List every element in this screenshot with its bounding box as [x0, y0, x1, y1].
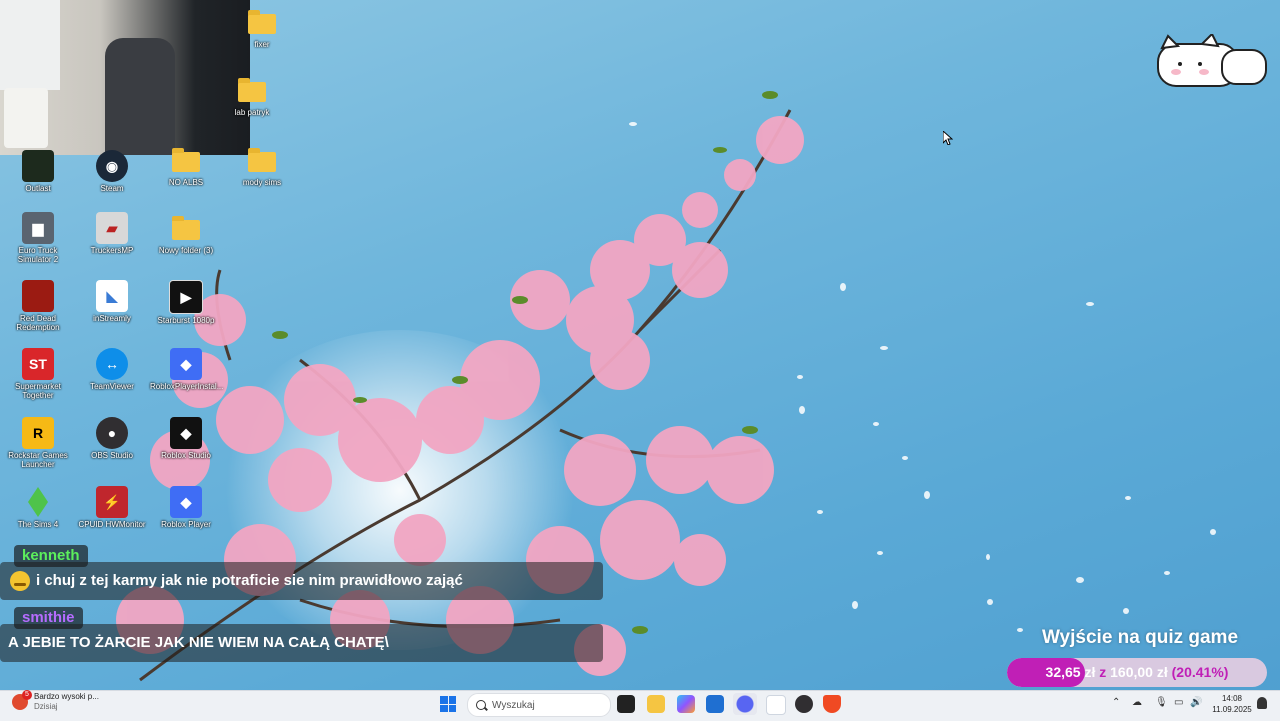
folder-icon [238, 78, 266, 102]
start-windows-icon[interactable] [440, 696, 456, 712]
taskbar [0, 690, 1280, 721]
rockstar-icon: R [22, 417, 54, 449]
instreamly-icon: ◣ [96, 280, 128, 312]
webcam-window [0, 0, 60, 90]
folder-icon [248, 10, 276, 34]
desktop-icon-rockstar[interactable]: R Rockstar Games Launcher [2, 417, 74, 469]
cat-sticker-icon [1157, 34, 1267, 87]
desktop-icon-roblox-studio[interactable]: ◆ Roblox Studio [150, 417, 222, 460]
microphone-icon[interactable]: 🎙 [1155, 697, 1168, 708]
laughing-emoji-icon [10, 571, 30, 592]
desktop-icon-obs[interactable]: ● OBS Studio [76, 417, 148, 460]
obs-icon: ● [96, 417, 128, 449]
goal-separator: z [1099, 664, 1107, 680]
desktop-icon-euro-truck[interactable]: ▆ Euro Truck Simulator 2 [2, 212, 74, 264]
clock-date: 11.09.2025 [1212, 705, 1252, 714]
desktop-icon-nowy-folder[interactable]: Nowy folder (3) [150, 214, 222, 255]
copilot-icon[interactable] [677, 695, 695, 713]
obs-taskbar-icon[interactable] [795, 695, 813, 713]
goal-percent: (20.41%) [1171, 664, 1229, 680]
steam-icon: ◉ [96, 150, 128, 182]
instreamly-taskbar-icon[interactable] [766, 695, 786, 715]
teamviewer-icon: ↔ [96, 348, 128, 380]
desktop-icon-mody-sims[interactable]: mody sims [226, 146, 298, 187]
taskbar-clock[interactable]: 14:08 11.09.2025 [1208, 693, 1256, 715]
taskbar-search-input[interactable]: Wyszukaj [467, 693, 611, 717]
supermarket-icon: ST [22, 348, 54, 380]
truck-icon: ▆ [22, 212, 54, 244]
truckersmp-icon: ▰ [96, 212, 128, 244]
notification-bell-icon[interactable] [1257, 697, 1267, 709]
folder-icon [172, 216, 200, 240]
goal-target: 160,00 zł [1110, 664, 1168, 680]
red-dead-icon [22, 280, 54, 312]
weather-alert-icon: 5 [12, 690, 32, 710]
desktop-icon-supermarket-together[interactable]: ST Supermarket Together [2, 348, 74, 400]
hwmonitor-icon: ⚡ [96, 486, 128, 518]
video-file-icon: ▶ [169, 280, 203, 314]
desktop-icon-no-albs[interactable]: NO ALBS [150, 146, 222, 187]
roblox-icon: ◆ [170, 348, 202, 380]
weather-title: Bardzo wysoki p... [34, 692, 99, 701]
outlast-icon [22, 150, 54, 182]
desktop-icon-lab-patryk[interactable]: lab patryk [216, 76, 288, 117]
folder-icon [172, 148, 200, 172]
desktop-icon-sims4[interactable]: The Sims 4 [2, 486, 74, 529]
desktop-icon-teamviewer[interactable]: ↔ TeamViewer [76, 348, 148, 391]
desktop-icon-hwmonitor[interactable]: ⚡ CPUID HWMonitor [76, 486, 148, 529]
tray-chevron-up-icon[interactable]: ⌃ [1112, 697, 1120, 708]
donation-goal-title: Wyjście na quiz game [1041, 627, 1239, 648]
weather-subtitle: Dzisiaj [34, 702, 58, 711]
chat-message-2: A JEBIE TO ŻARCIE JAK NIE WIEM NA CAŁĄ C… [0, 624, 603, 662]
goal-current: 32,65 zł [1045, 664, 1096, 680]
onedrive-cloud-icon[interactable]: ☁ [1132, 697, 1142, 708]
microsoft-store-icon[interactable] [706, 695, 724, 713]
desktop-icon-starburst[interactable]: ▶ Starburst 1080p [150, 280, 222, 325]
task-view-icon[interactable] [617, 695, 635, 713]
folder-icon [248, 148, 276, 172]
taskbar-weather-widget[interactable]: 5 Bardzo wysoki p... Dzisiaj [12, 690, 99, 712]
desktop-icon-truckersmp[interactable]: ▰ TruckersMP [76, 212, 148, 255]
donation-goal-bar: 32,65 zł z 160,00 zł (20.41%) [1007, 658, 1267, 687]
desktop-icon-red-dead[interactable]: Red Dead Redemption [2, 280, 74, 332]
desktop-icon-outlast[interactable]: Outlast [2, 150, 74, 193]
file-explorer-icon[interactable] [647, 695, 665, 713]
donation-goal-text: 32,65 zł z 160,00 zł (20.41%) [1007, 658, 1267, 687]
webcam-overlay [0, 0, 250, 155]
chat-message-1: i chuj z tej karmy jak nie potraficie si… [0, 562, 603, 600]
search-placeholder: Wyszukaj [492, 699, 535, 711]
desktop-icon-roblox-installer[interactable]: ◆ RobloxPlayerInstal... [150, 348, 223, 391]
desktop-icon-instreamly[interactable]: ◣ inStreamly [76, 280, 148, 323]
mouse-cursor-icon [943, 131, 953, 145]
network-icon[interactable]: ▭ [1174, 697, 1183, 708]
desktop-icon-steam[interactable]: ◉ Steam [76, 150, 148, 193]
roblox-icon: ◆ [170, 486, 202, 518]
discord-icon[interactable] [733, 693, 757, 715]
plumbob-icon [22, 486, 54, 518]
desktop-icon-fixer[interactable]: fixer [226, 8, 298, 49]
search-icon [476, 700, 486, 710]
desktop-icon-roblox-player[interactable]: ◆ Roblox Player [150, 486, 222, 529]
volume-icon[interactable]: 🔊 [1190, 697, 1202, 708]
chat-message-text: A JEBIE TO ŻARCIE JAK NIE WIEM NA CAŁĄ C… [8, 634, 389, 651]
brave-browser-icon[interactable] [823, 695, 841, 713]
clock-time: 14:08 [1221, 694, 1243, 703]
webcam-chair [105, 38, 175, 155]
chat-message-text: i chuj z tej karmy jak nie potraficie si… [36, 572, 463, 589]
webcam-heater [4, 88, 48, 148]
roblox-studio-icon: ◆ [170, 417, 202, 449]
